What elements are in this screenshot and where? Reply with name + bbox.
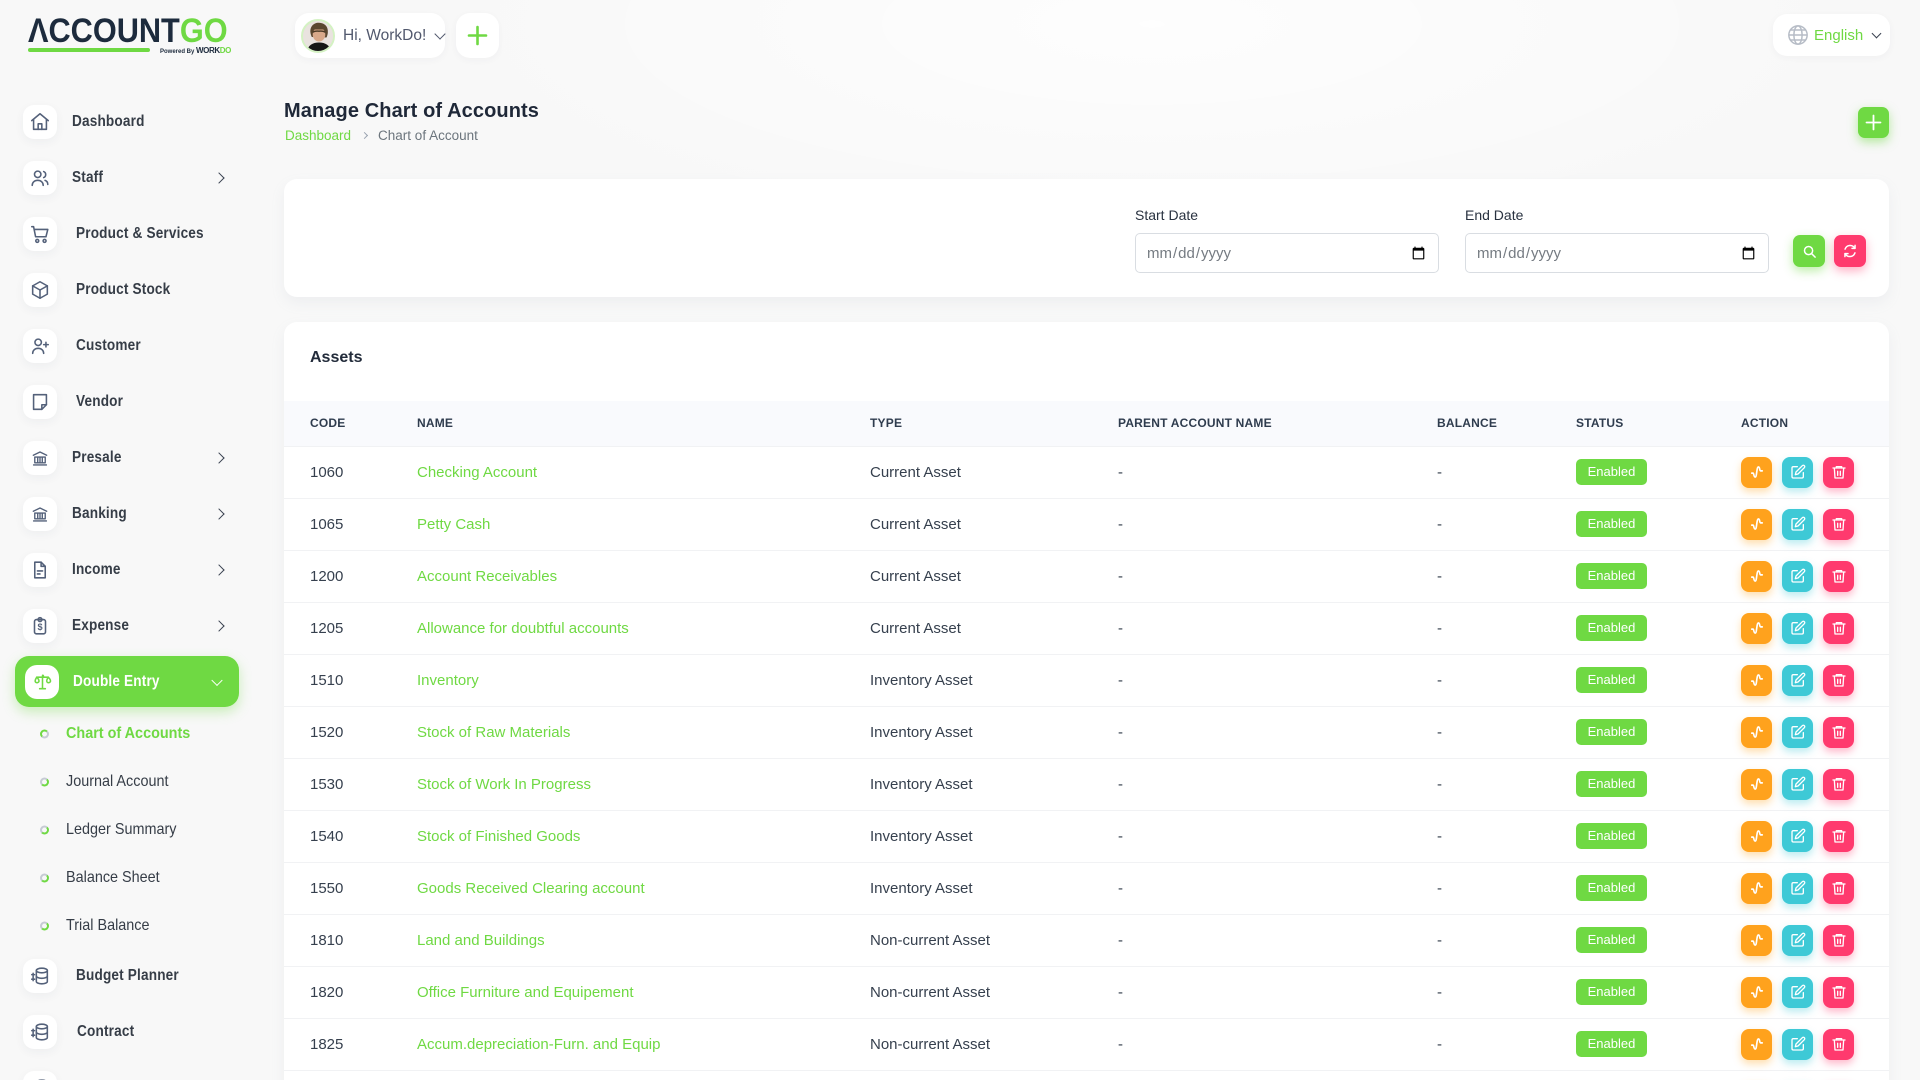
svg-text:$: $	[37, 622, 42, 632]
